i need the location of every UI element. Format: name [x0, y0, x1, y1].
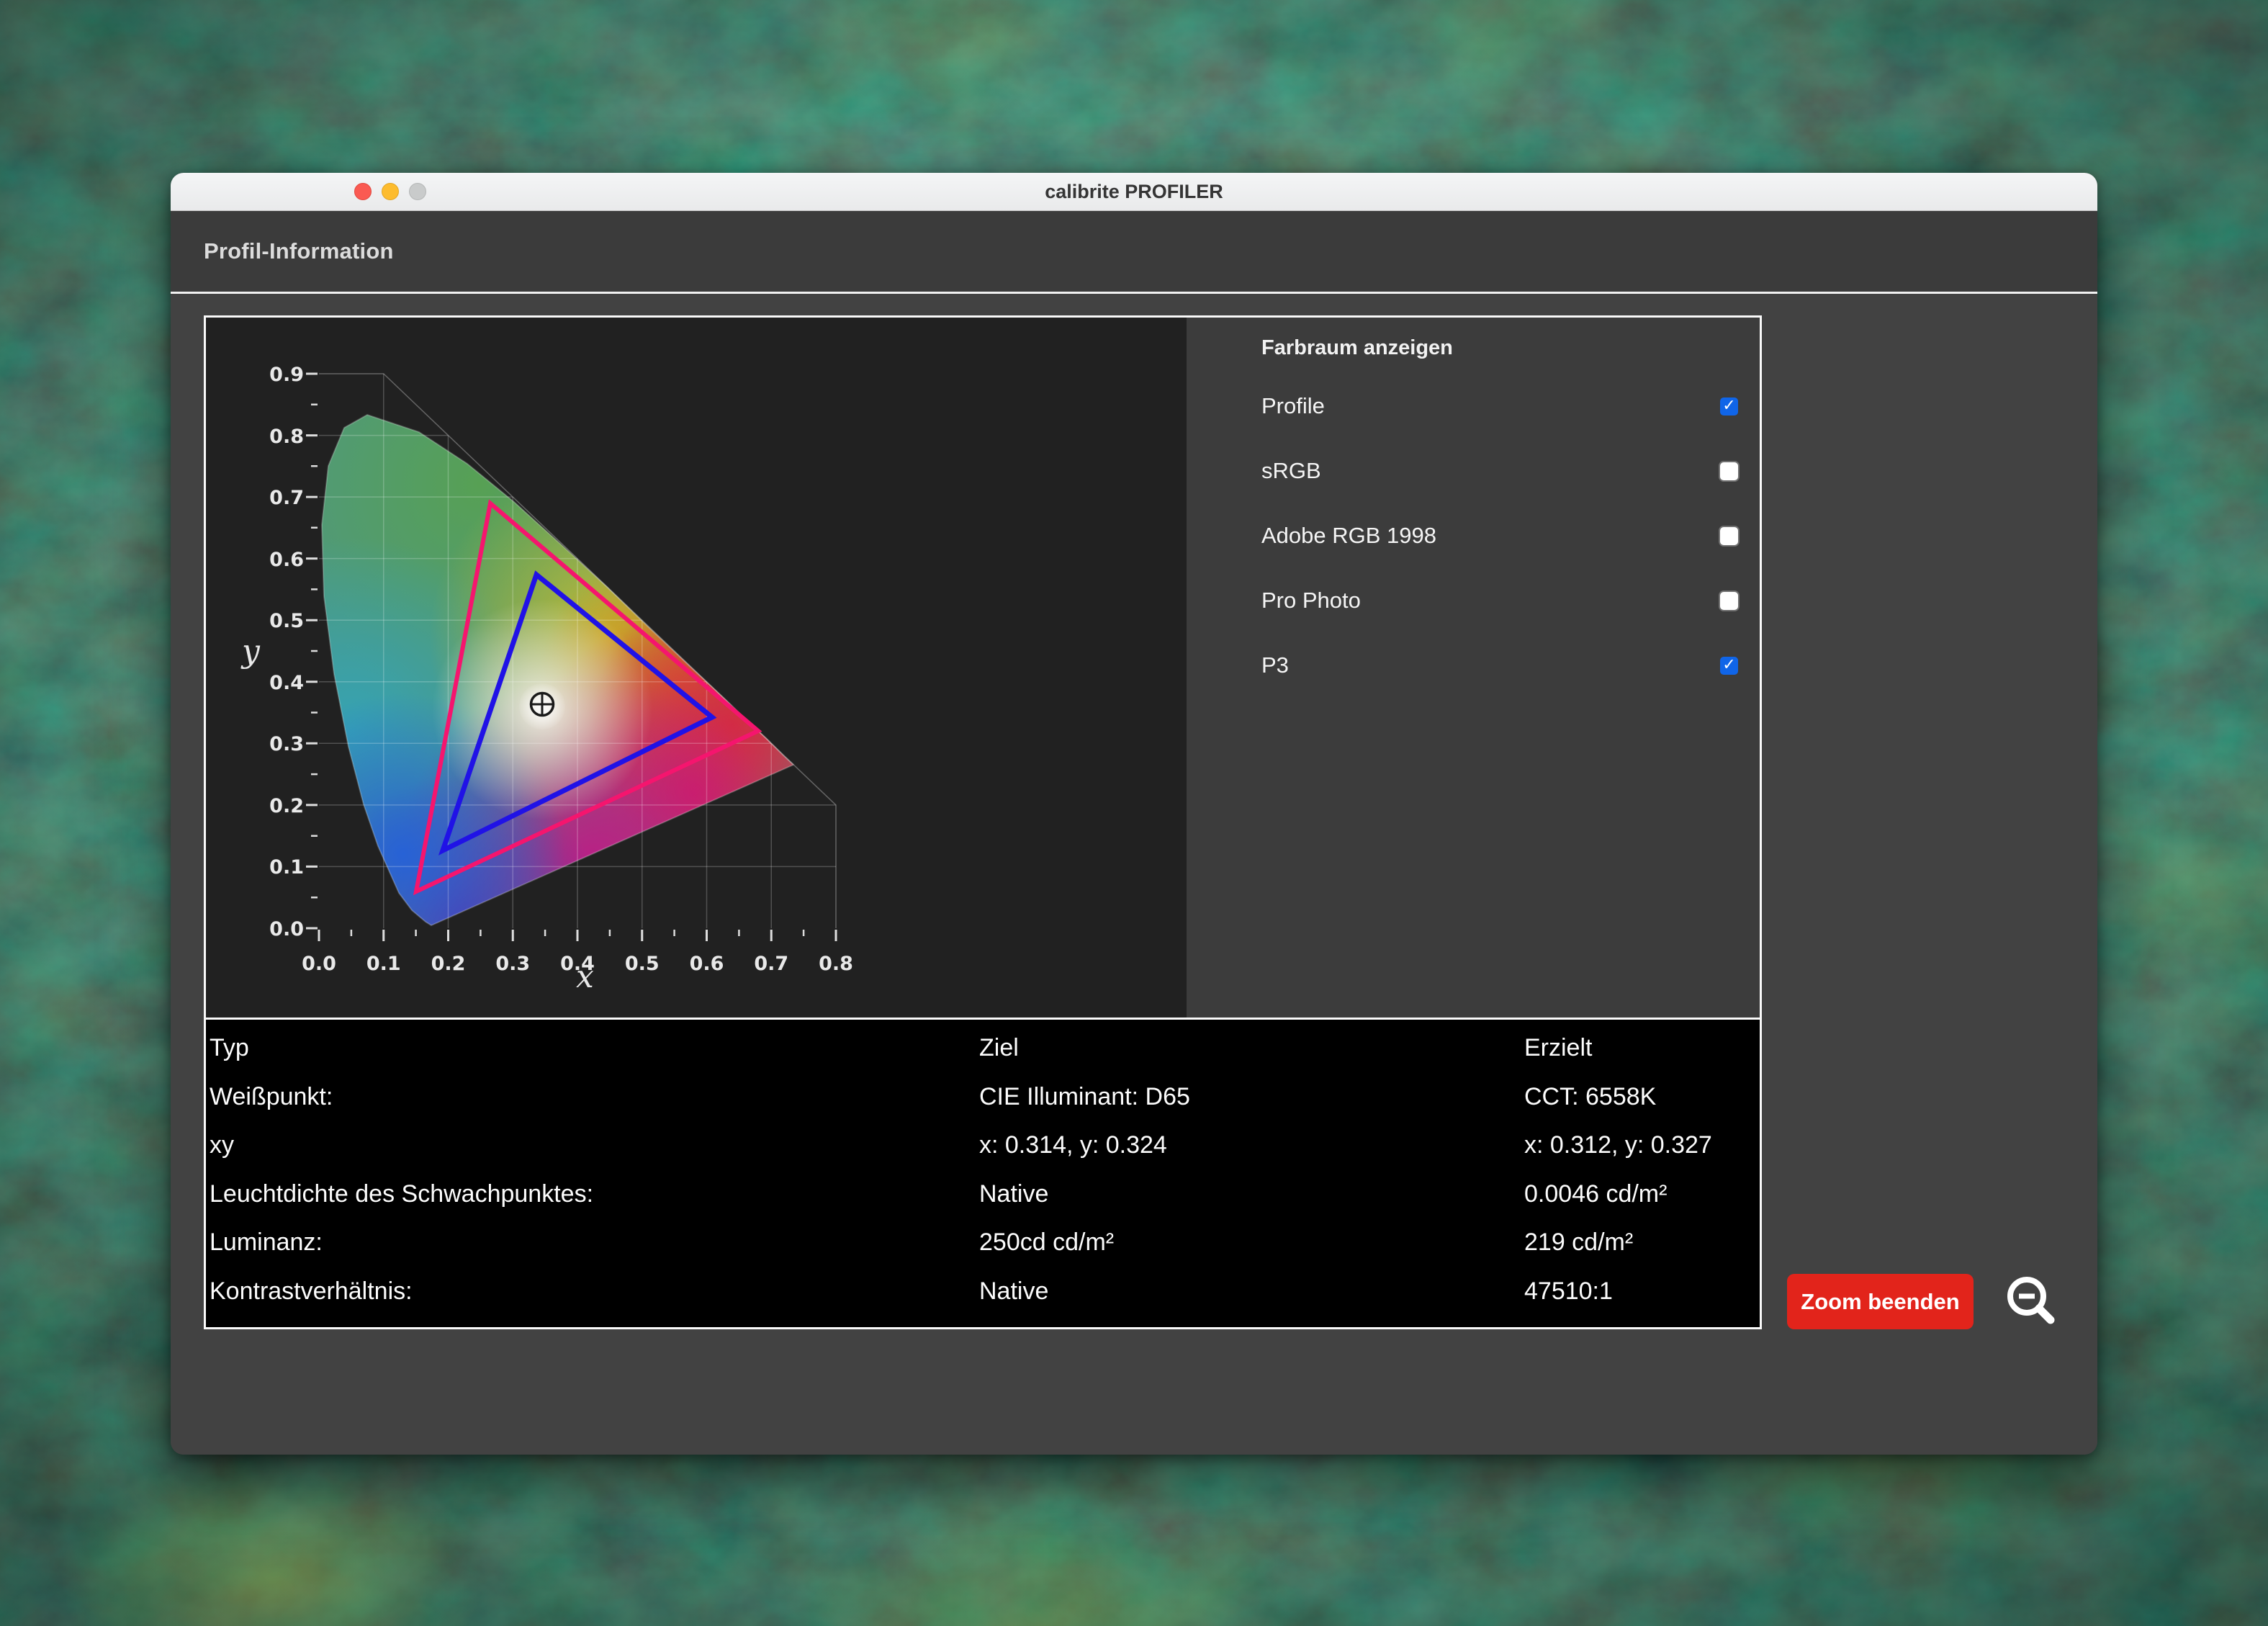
page-header: Profil-Information — [171, 211, 2097, 294]
zoom-out-icon[interactable] — [1999, 1272, 2064, 1337]
cell-target: Native — [979, 1180, 1049, 1208]
checkbox-prophoto[interactable] — [1720, 591, 1738, 610]
zoom-exit-button[interactable]: Zoom beenden — [1787, 1274, 1974, 1329]
gamut-label-adobergb: Adobe RGB 1998 — [1261, 523, 1437, 548]
fullscreen-button[interactable] — [409, 183, 426, 200]
x-tick-label: 0.5 — [625, 953, 660, 975]
table-row-blacklevel: Leuchtdichte des Schwachpunktes: Native … — [210, 1170, 1760, 1219]
close-button[interactable] — [354, 183, 372, 200]
page-title: Profil-Information — [204, 238, 394, 264]
cell-label: Luminanz: — [210, 1229, 323, 1257]
cell-target: Native — [979, 1277, 1049, 1305]
gamut-label-srgb: sRGB — [1261, 458, 1321, 483]
white-point-marker — [519, 683, 565, 729]
window-title: calibrite PROFILER — [1045, 181, 1223, 202]
gamut-row-srgb: sRGB — [1187, 439, 1760, 503]
gamut-label-prophoto: Pro Photo — [1261, 588, 1361, 613]
cell-achieved: x: 0.312, y: 0.327 — [1524, 1131, 1712, 1159]
y-tick-label: 0.1 — [269, 856, 304, 879]
col-header-ziel: Ziel — [979, 1034, 1019, 1062]
cell-target: 250cd cd/m² — [979, 1229, 1115, 1257]
y-tick-label: 0.6 — [269, 549, 304, 571]
cell-label: xy — [210, 1131, 234, 1159]
x-axis-label: x — [576, 958, 594, 995]
col-header-erzielt: Erzielt — [1524, 1034, 1593, 1062]
app-window: calibrite PROFILER Profil-Information 0.… — [171, 173, 2097, 1455]
minimize-button[interactable] — [382, 183, 399, 200]
y-tick-label: 0.2 — [269, 795, 304, 817]
window-body: 0.0 0.1 0.2 0.3 0.4 0.5 0.6 0.7 0.8 0.0 … — [171, 294, 2097, 1455]
y-tick-label: 0.4 — [269, 672, 304, 694]
x-tick-label: 0.8 — [819, 953, 853, 975]
traffic-lights — [354, 183, 426, 200]
gamut-row-adobergb: Adobe RGB 1998 — [1187, 503, 1760, 568]
gamut-label-profile: Profile — [1261, 393, 1325, 418]
y-tick-label: 0.0 — [269, 918, 304, 940]
cell-achieved: 219 cd/m² — [1524, 1229, 1634, 1257]
y-tick-label: 0.5 — [269, 610, 304, 632]
x-tick-label: 0.7 — [754, 953, 788, 975]
y-tick-label: 0.3 — [269, 733, 304, 755]
checkbox-profile[interactable] — [1720, 397, 1738, 416]
y-tick-label: 0.8 — [269, 426, 304, 448]
cell-target: x: 0.314, y: 0.324 — [979, 1131, 1167, 1159]
table-row-whitepoint: Weißpunkt: CIE Illuminant: D65 CCT: 6558… — [210, 1073, 1760, 1122]
y-axis-label: y — [240, 633, 261, 670]
x-tick-label: 0.0 — [302, 953, 336, 975]
x-tick-label: 0.3 — [495, 953, 530, 975]
table-row-xy: xy x: 0.314, y: 0.324 x: 0.312, y: 0.327 — [210, 1121, 1760, 1170]
cell-achieved: CCT: 6558K — [1524, 1082, 1657, 1110]
table-row-luminance: Luminanz: 250cd cd/m² 219 cd/m² — [210, 1218, 1760, 1267]
gamut-row-profile: Profile — [1187, 374, 1760, 439]
cell-label: Kontrastverhältnis: — [210, 1277, 413, 1305]
window-titlebar[interactable]: calibrite PROFILER — [171, 173, 2097, 211]
table-header-row: Typ Ziel Erzielt — [210, 1024, 1760, 1073]
y-tick-label: 0.9 — [269, 364, 304, 386]
gamut-panel-title: Farbraum anzeigen — [1261, 336, 1453, 359]
cell-label: Weißpunkt: — [210, 1082, 333, 1110]
checkbox-adobergb[interactable] — [1720, 526, 1738, 545]
checkbox-srgb[interactable] — [1720, 462, 1738, 480]
profile-table: Typ Ziel Erzielt Weißpunkt: CIE Illumina… — [206, 1020, 1760, 1316]
col-header-typ: Typ — [210, 1034, 249, 1062]
cell-achieved: 0.0046 cd/m² — [1524, 1180, 1668, 1208]
gamut-label-p3: P3 — [1261, 652, 1289, 678]
gamut-panel: Farbraum anzeigen Profile sRGB Adobe RGB… — [1187, 318, 1760, 1018]
cell-label: Leuchtdichte des Schwachpunktes: — [210, 1180, 594, 1208]
gamut-row-prophoto: Pro Photo — [1187, 568, 1760, 633]
chromaticity-chart: 0.0 0.1 0.2 0.3 0.4 0.5 0.6 0.7 0.8 0.0 … — [206, 318, 1187, 1018]
y-tick-label: 0.7 — [269, 487, 304, 509]
x-tick-label: 0.1 — [366, 953, 401, 975]
cell-target: CIE Illuminant: D65 — [979, 1082, 1190, 1110]
x-tick-label: 0.2 — [431, 953, 466, 975]
profile-info-panel: 0.0 0.1 0.2 0.3 0.4 0.5 0.6 0.7 0.8 0.0 … — [204, 315, 1762, 1329]
gamut-row-p3: P3 — [1187, 633, 1760, 698]
x-tick-label: 0.6 — [690, 953, 724, 975]
checkbox-p3[interactable] — [1720, 656, 1738, 675]
cell-achieved: 47510:1 — [1524, 1277, 1613, 1305]
table-row-contrast: Kontrastverhältnis: Native 47510:1 — [210, 1267, 1760, 1316]
